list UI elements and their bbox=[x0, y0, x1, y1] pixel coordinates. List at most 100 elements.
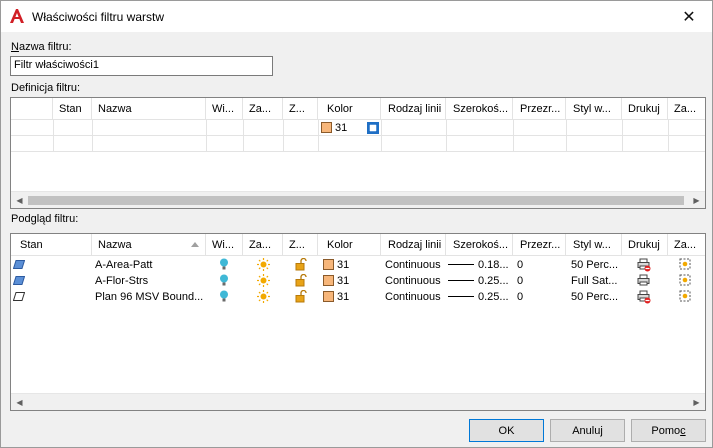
lightbulb-on-icon[interactable] bbox=[219, 274, 229, 287]
prev-col-lineweight[interactable]: Szerokoś... bbox=[446, 234, 513, 256]
def-col-linetype[interactable]: Rodzaj linii bbox=[381, 98, 446, 120]
prev-col-lock[interactable]: Z... bbox=[283, 234, 318, 256]
def-grid-line bbox=[92, 120, 93, 152]
preview-horizontal-scrollbar[interactable]: ◀ ▶ bbox=[11, 393, 705, 410]
def-horizontal-scrollbar[interactable]: ◀ ▶ bbox=[11, 191, 705, 208]
def-grid-line bbox=[668, 120, 669, 152]
def-row-line bbox=[11, 135, 705, 136]
layer-color[interactable]: 31 bbox=[323, 259, 349, 271]
help-button[interactable]: Pomo c bbox=[631, 419, 706, 442]
prev-col-plot[interactable]: Drukuj bbox=[622, 234, 668, 256]
prev-col-on[interactable]: Wi... bbox=[206, 234, 243, 256]
def-grid-line bbox=[381, 120, 382, 152]
printer-icon[interactable] bbox=[637, 274, 651, 288]
lock-unlocked-icon[interactable] bbox=[295, 290, 307, 303]
lightbulb-on-icon[interactable] bbox=[219, 290, 229, 303]
def-col-vpfreeze[interactable]: Za... bbox=[668, 98, 705, 120]
filter-name-label: Nazwa filtru: bbox=[11, 41, 72, 53]
def-col-state[interactable]: Stan bbox=[53, 98, 92, 120]
prev-col-vpfreeze[interactable]: Za... bbox=[668, 234, 705, 256]
lineweight-sample bbox=[448, 280, 474, 281]
color-swatch bbox=[321, 122, 332, 133]
filter-name-input[interactable]: Filtr właściwości1 bbox=[10, 56, 273, 76]
layer-linetype[interactable]: Continuous bbox=[385, 291, 441, 303]
prev-col-color[interactable]: Kolor bbox=[318, 234, 381, 256]
layer-filter-properties-dialog: Właściwości filtru warstw ✕ Nazwa filtru… bbox=[0, 0, 713, 448]
cancel-button[interactable]: Anuluj bbox=[550, 419, 625, 442]
title-bar[interactable]: Właściwości filtru warstw ✕ bbox=[1, 1, 712, 32]
color-swatch bbox=[323, 291, 334, 302]
window-title: Właściwości filtru warstw bbox=[32, 10, 165, 24]
def-grid-line bbox=[318, 120, 319, 152]
layer-parallelogram-blue-icon bbox=[13, 276, 25, 285]
viewport-freeze-icon[interactable] bbox=[679, 258, 691, 271]
lineweight-sample bbox=[448, 264, 474, 265]
layer-linetype[interactable]: Continuous bbox=[385, 275, 441, 287]
autocad-a-icon bbox=[10, 9, 24, 23]
layer-color[interactable]: 31 bbox=[323, 275, 349, 287]
layer-transparency[interactable]: 0 bbox=[517, 259, 523, 271]
layer-lineweight[interactable]: 0.18... bbox=[448, 259, 509, 271]
def-col-name[interactable]: Nazwa bbox=[92, 98, 206, 120]
def-grid-line bbox=[283, 120, 284, 152]
prev-col-state[interactable]: Stan bbox=[11, 234, 92, 256]
printer-no-plot-icon[interactable] bbox=[637, 258, 651, 272]
def-col-transparency[interactable]: Przezr... bbox=[513, 98, 566, 120]
layer-plot-style[interactable]: Full Sat... bbox=[571, 275, 617, 287]
layer-parallelogram-blue-icon bbox=[13, 260, 25, 269]
prev-col-freeze[interactable]: Za... bbox=[243, 234, 283, 256]
table-row[interactable]: A-Flor-Strs 31 Continuous 0.25... 0 Full… bbox=[11, 273, 705, 289]
def-col-lock[interactable]: Z... bbox=[283, 98, 318, 120]
layer-color[interactable]: 31 bbox=[323, 291, 349, 303]
viewport-freeze-icon[interactable] bbox=[679, 274, 691, 287]
prev-col-linetype[interactable]: Rodzaj linii bbox=[381, 234, 446, 256]
def-grid-line bbox=[513, 120, 514, 152]
lock-unlocked-icon[interactable] bbox=[295, 274, 307, 287]
def-col-lineweight[interactable]: Szerokoś... bbox=[446, 98, 513, 120]
printer-no-plot-icon[interactable] bbox=[637, 290, 651, 304]
prev-col-plotstyle[interactable]: Styl w... bbox=[566, 234, 622, 256]
ok-button[interactable]: OK bbox=[469, 419, 544, 442]
def-scroll-thumb[interactable] bbox=[28, 196, 684, 205]
scroll-right-icon[interactable]: ▶ bbox=[688, 192, 705, 208]
lock-unlocked-icon[interactable] bbox=[295, 258, 307, 271]
table-row[interactable]: Plan 96 MSV Bound... 31 Continuous 0.25.… bbox=[11, 289, 705, 305]
def-col-on[interactable]: Wi... bbox=[206, 98, 243, 120]
def-col-plot[interactable]: Drukuj bbox=[622, 98, 668, 120]
def-grid-line bbox=[446, 120, 447, 152]
scroll-right-icon[interactable]: ▶ bbox=[688, 394, 705, 410]
def-grid-line bbox=[53, 120, 54, 152]
color-picker-button[interactable] bbox=[367, 122, 379, 134]
scroll-left-icon[interactable]: ◀ bbox=[11, 192, 28, 208]
filter-preview-label: Podgląd filtru: bbox=[11, 213, 79, 225]
def-col-plotstyle[interactable]: Styl w... bbox=[566, 98, 622, 120]
lightbulb-on-icon[interactable] bbox=[219, 258, 229, 271]
close-icon: ✕ bbox=[682, 8, 696, 26]
sun-thawed-icon[interactable] bbox=[257, 258, 270, 271]
def-col-color[interactable]: Kolor bbox=[318, 98, 381, 120]
layer-lineweight[interactable]: 0.25... bbox=[448, 275, 509, 287]
sun-thawed-icon[interactable] bbox=[257, 274, 270, 287]
def-color-cell[interactable]: 31 bbox=[321, 122, 347, 134]
def-col-freeze[interactable]: Za... bbox=[243, 98, 283, 120]
layer-lineweight[interactable]: 0.25... bbox=[448, 291, 509, 303]
filter-preview-grid[interactable]: Stan Nazwa Wi... Za... Z... Kolor Rodzaj… bbox=[10, 233, 706, 411]
layer-plot-style[interactable]: 50 Perc... bbox=[571, 291, 618, 303]
layer-transparency[interactable]: 0 bbox=[517, 275, 523, 287]
close-button[interactable]: ✕ bbox=[666, 1, 712, 32]
def-row-line bbox=[11, 151, 705, 152]
sun-thawed-icon[interactable] bbox=[257, 290, 270, 303]
def-grid-line bbox=[206, 120, 207, 152]
table-row[interactable]: A-Area-Patt 31 Continuous 0.18... 0 50 P… bbox=[11, 257, 705, 273]
layer-plot-style[interactable]: 50 Perc... bbox=[571, 259, 618, 271]
scroll-left-icon[interactable]: ◀ bbox=[11, 394, 28, 410]
def-grid-line bbox=[243, 120, 244, 152]
viewport-freeze-icon[interactable] bbox=[679, 290, 691, 303]
def-grid-line bbox=[622, 120, 623, 152]
filter-definition-grid[interactable]: Stan Nazwa Wi... Za... Z... Kolor Rodzaj… bbox=[10, 97, 706, 209]
layer-transparency[interactable]: 0 bbox=[517, 291, 523, 303]
prev-col-transparency[interactable]: Przezr... bbox=[513, 234, 566, 256]
def-grid-line bbox=[566, 120, 567, 152]
layer-linetype[interactable]: Continuous bbox=[385, 259, 441, 271]
prev-col-name[interactable]: Nazwa bbox=[92, 234, 206, 256]
